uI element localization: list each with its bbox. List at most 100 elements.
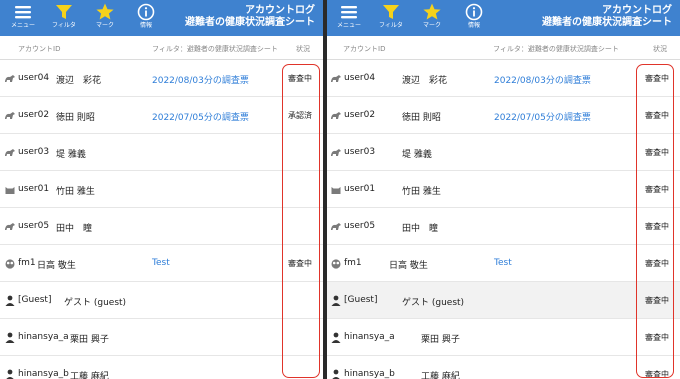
- user-id: user02: [18, 110, 50, 120]
- cow-icon: [330, 147, 342, 158]
- survey-link[interactable]: 2022/07/05分の調査票: [494, 110, 591, 123]
- user-name: 徳田 則昭: [402, 113, 441, 123]
- person-icon: [330, 332, 342, 343]
- star-icon: [96, 3, 114, 20]
- table-row[interactable]: fm1 日高 敬生 Test 審査中: [327, 245, 680, 282]
- info-label: 情報: [467, 22, 480, 29]
- table-row[interactable]: user03 堤 雅義: [0, 134, 323, 171]
- table-row[interactable]: fm1 日高 敬生 Test 審査中: [0, 245, 323, 282]
- menu-button[interactable]: メニュー: [8, 2, 38, 30]
- filter-icon: [383, 5, 399, 19]
- goat-icon: [4, 221, 16, 232]
- goat-icon: [330, 221, 342, 232]
- cat-icon: [330, 184, 342, 195]
- person-icon: [330, 369, 342, 379]
- person-icon: [4, 295, 16, 306]
- filter-label: フィルタ: [52, 22, 76, 29]
- mark-button[interactable]: マーク: [417, 2, 447, 30]
- info-button[interactable]: 情報: [131, 2, 161, 30]
- toolbar: メニュー フィルタ マーク 情報 アカウントログ 避難者の健康状況調査シート: [0, 0, 323, 36]
- user-id: user05: [18, 221, 50, 231]
- table-row[interactable]: user05 田中 瞳審査中: [327, 208, 680, 245]
- survey-link[interactable]: Test: [494, 258, 512, 268]
- user-name: 田中 瞳: [402, 224, 439, 234]
- menu-label: メニュー: [10, 22, 35, 29]
- user-id: user01: [344, 184, 376, 194]
- user-name: 竹田 雅生: [56, 187, 95, 197]
- horse-icon: [330, 73, 342, 84]
- menu-button[interactable]: メニュー: [334, 2, 364, 30]
- person-icon: [4, 332, 16, 343]
- mark-button[interactable]: マーク: [90, 2, 120, 30]
- mark-label: マーク: [95, 22, 114, 29]
- survey-link[interactable]: 2022/07/05分の調査票: [152, 110, 249, 123]
- hamburger-icon: [341, 6, 357, 19]
- status-highlight-box: [636, 64, 674, 378]
- user-id: user03: [344, 147, 376, 157]
- table-row[interactable]: user02 徳田 則昭 2022/07/05分の調査票 承認済: [0, 97, 323, 134]
- info-button[interactable]: 情報: [459, 2, 489, 30]
- user-id: user03: [18, 147, 50, 157]
- table-row[interactable]: hinansya_b 工藤 麻紀: [0, 356, 323, 379]
- table-row[interactable]: user03 堤 雅義 審査中: [327, 134, 680, 171]
- table-row[interactable]: [Guest] ゲスト (guest): [0, 282, 323, 319]
- column-header: アカウントID フィルタ：避難者の健康状況調査シート 状況: [0, 36, 323, 60]
- title-line-2: 避難者の健康状況調査シート: [185, 17, 315, 28]
- mark-label: マーク: [422, 22, 441, 29]
- owl-icon: [330, 258, 342, 269]
- person-icon: [330, 295, 342, 306]
- user-name: 工藤 麻紀: [70, 372, 109, 379]
- elephant-icon: [330, 110, 342, 121]
- table-row[interactable]: user04 渡辺 彩花 2022/08/03分の調査票 審査中: [0, 60, 323, 97]
- title-line-1: アカウントログ: [602, 5, 672, 16]
- user-name: 日高 敬生: [37, 261, 76, 271]
- col-status: 状況: [296, 45, 310, 53]
- title-line-1: アカウントログ: [245, 5, 315, 16]
- table-row[interactable]: hinansya_b 工藤 麻紀 審査中: [327, 356, 680, 379]
- user-name: 堤 雅義: [402, 150, 432, 160]
- user-id: [Guest]: [18, 295, 52, 305]
- user-name: 渡辺 彩花: [56, 76, 102, 86]
- filter-button[interactable]: フィルタ: [376, 2, 406, 30]
- user-id: hinansya_a: [344, 332, 395, 342]
- user-name: 竹田 雅生: [402, 187, 441, 197]
- info-label: 情報: [139, 22, 152, 29]
- survey-link[interactable]: Test: [152, 258, 170, 268]
- col-status: 状況: [653, 45, 667, 53]
- user-name: 工藤 麻紀: [421, 372, 460, 379]
- user-id: user04: [344, 73, 376, 83]
- table-row[interactable]: user01 竹田 雅生: [0, 171, 323, 208]
- toolbar: メニュー フィルタ マーク 情報 アカウントログ 避難者の健康状況調査シート: [327, 0, 680, 36]
- survey-link[interactable]: 2022/08/03分の調査票: [152, 73, 249, 86]
- table-row[interactable]: user01 竹田 雅生 審査中: [327, 171, 680, 208]
- filter-button[interactable]: フィルタ: [49, 2, 79, 30]
- table-row[interactable]: hinansya_a 栗田 興子: [0, 319, 323, 356]
- star-icon: [423, 3, 441, 20]
- table-row[interactable]: hinansya_a 栗田 興子 審査中: [327, 319, 680, 356]
- table-row[interactable]: user02 徳田 則昭 2022/07/05分の調査票 審査中: [327, 97, 680, 134]
- user-id: hinansya_b: [18, 369, 69, 379]
- owl-icon: [4, 258, 16, 269]
- user-name: 栗田 興子: [421, 335, 460, 345]
- col-filter: フィルタ：避難者の健康状況調査シート: [152, 45, 278, 53]
- person-icon: [4, 369, 16, 379]
- user-id: user05: [344, 221, 376, 231]
- cat-icon: [4, 184, 16, 195]
- right-panel: メニュー フィルタ マーク 情報 アカウントログ 避難者の健康状況調査シート ア…: [327, 0, 680, 379]
- page-title: アカウントログ 避難者の健康状況調査シート: [185, 5, 315, 29]
- user-id: fm1: [344, 258, 362, 268]
- filter-icon: [56, 5, 72, 19]
- info-icon: [137, 3, 155, 21]
- left-panel: メニュー フィルタ マーク 情報 アカウントログ 避難者の健康状況調査シート ア…: [0, 0, 323, 379]
- user-name: 栗田 興子: [70, 335, 109, 345]
- survey-link[interactable]: 2022/08/03分の調査票: [494, 73, 591, 86]
- table-row[interactable]: user04 渡辺 彩花 2022/08/03分の調査票 審査中: [327, 60, 680, 97]
- hamburger-icon: [15, 6, 31, 19]
- table-row[interactable]: [Guest] ゲスト (guest) 審査中: [327, 282, 680, 319]
- user-name: ゲスト (guest): [402, 298, 465, 308]
- user-id: hinansya_a: [18, 332, 69, 342]
- user-id: fm1: [18, 258, 36, 268]
- horse-icon: [4, 73, 16, 84]
- table-row[interactable]: user05 田中 瞳: [0, 208, 323, 245]
- user-name: ゲスト (guest): [64, 298, 127, 308]
